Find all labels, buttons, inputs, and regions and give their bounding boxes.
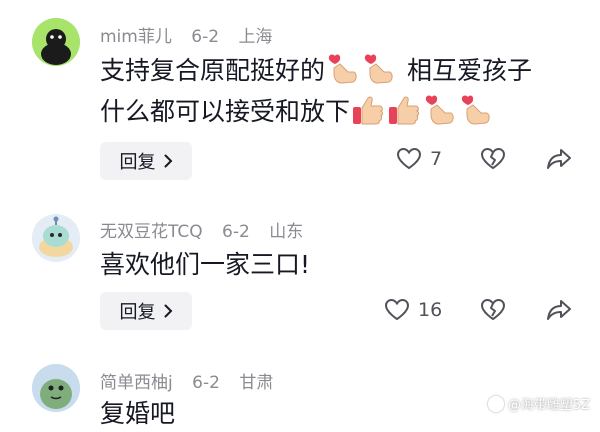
- comment-date: 6-2: [192, 373, 220, 393]
- comment-location: 甘肃: [239, 373, 274, 393]
- comment-location: 上海: [238, 27, 273, 47]
- reply-button[interactable]: 回复: [100, 292, 192, 330]
- heart-hands-emoji: [326, 52, 360, 86]
- comment-meta: 无双豆花TCQ 6-2 山东: [100, 217, 317, 242]
- chevron-right-icon: [164, 154, 172, 168]
- comment-meta: mim菲儿 6-2 上海: [100, 22, 286, 47]
- thumbs-up-emoji: [351, 93, 385, 127]
- comment-date: 6-2: [191, 27, 220, 47]
- comment-text: 喜欢他们一家三口!: [100, 250, 311, 279]
- comment-text-part: 相互爱孩子: [407, 56, 533, 85]
- heart-hands-emoji: [459, 93, 493, 127]
- chevron-right-icon: [164, 304, 172, 318]
- heart-outline-icon: [396, 147, 422, 170]
- comment-date: 6-2: [222, 222, 250, 242]
- like-button[interactable]: 16: [384, 298, 442, 322]
- broken-heart-icon: [480, 147, 506, 170]
- comment-text-line2: 什么都可以接受和放下: [100, 93, 494, 130]
- like-count: 7: [430, 148, 443, 170]
- author-name[interactable]: mim菲儿: [100, 27, 172, 47]
- heart-hands-emoji: [362, 52, 396, 86]
- comment-meta: 简单西柚j 6-2 甘肃: [100, 368, 287, 393]
- heart-hands-emoji: [423, 93, 457, 127]
- share-button[interactable]: [546, 147, 572, 171]
- author-name[interactable]: 简单西柚j: [100, 373, 173, 393]
- comment-text: 支持复合原配挺好的 相互爱孩子: [100, 52, 532, 89]
- broken-heart-icon: [480, 298, 506, 321]
- share-arrow-icon: [547, 149, 571, 169]
- watermark-text: @海带雕塑5Z: [507, 398, 590, 413]
- watermark-logo-icon: [487, 395, 504, 412]
- comment-text-part: 什么都可以接受和放下: [100, 97, 351, 126]
- heart-outline-icon: [384, 298, 410, 321]
- like-button[interactable]: 7: [396, 147, 442, 171]
- avatar[interactable]: [32, 18, 80, 66]
- reply-button[interactable]: 回复: [100, 142, 192, 180]
- comment-text: 复婚吧: [100, 399, 176, 428]
- reply-label: 回复: [119, 302, 156, 323]
- like-count: 16: [418, 299, 443, 321]
- comment-text-part: 支持复合原配挺好的: [100, 56, 326, 85]
- dislike-button[interactable]: [480, 147, 506, 171]
- share-arrow-icon: [547, 300, 571, 320]
- avatar[interactable]: [32, 214, 80, 262]
- watermark: @海带雕塑5Z: [487, 394, 590, 413]
- reply-label: 回复: [119, 152, 156, 173]
- author-name[interactable]: 无双豆花TCQ: [100, 222, 203, 242]
- thumbs-up-emoji: [387, 93, 421, 127]
- share-button[interactable]: [546, 298, 572, 322]
- avatar[interactable]: [32, 364, 80, 412]
- dislike-button[interactable]: [480, 298, 506, 322]
- comment-location: 山东: [269, 222, 304, 242]
